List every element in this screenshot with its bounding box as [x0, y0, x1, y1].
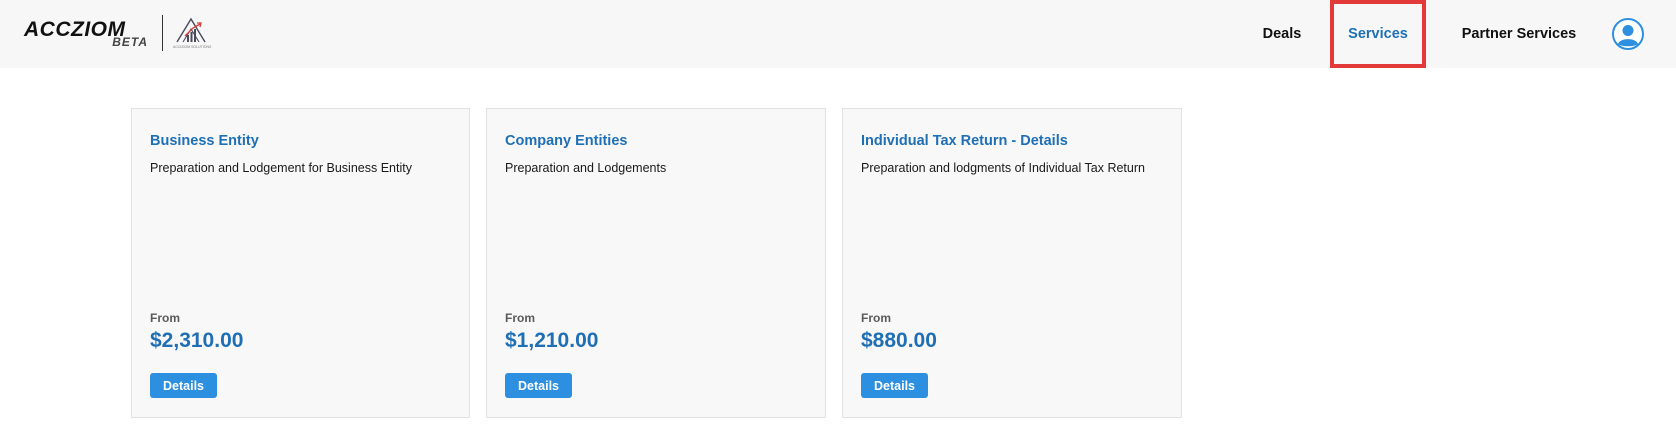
- service-price: $2,310.00: [150, 329, 244, 352]
- details-button[interactable]: Details: [861, 373, 928, 398]
- service-card: Business Entity Preparation and Lodgemen…: [131, 108, 470, 418]
- top-navigation-bar: ACCZIOM BETA ACCIZIOM SOLUTIONS Deals Se…: [0, 0, 1676, 68]
- service-title[interactable]: Individual Tax Return - Details: [861, 133, 1068, 149]
- service-description: Preparation and Lodgement for Business E…: [150, 161, 412, 175]
- logo-divider: [162, 15, 163, 51]
- service-price: $1,210.00: [505, 329, 599, 352]
- price-from-label: From: [505, 311, 535, 325]
- nav-deals[interactable]: Deals: [1248, 0, 1316, 68]
- price-from-label: From: [150, 311, 180, 325]
- price-from-label: From: [861, 311, 891, 325]
- service-title[interactable]: Company Entities: [505, 133, 627, 149]
- service-card: Individual Tax Return - Details Preparat…: [842, 108, 1182, 418]
- partner-logo-icon: ACCIZIOM SOLUTIONS: [173, 15, 212, 51]
- brand-logo[interactable]: ACCZIOM BETA ACCIZIOM SOLUTIONS: [24, 14, 212, 52]
- service-price: $880.00: [861, 329, 937, 352]
- beta-tag: BETA: [112, 35, 148, 49]
- service-title[interactable]: Business Entity: [150, 133, 259, 149]
- service-description: Preparation and lodgments of Individual …: [861, 161, 1145, 175]
- details-button[interactable]: Details: [150, 373, 217, 398]
- service-card: Company Entities Preparation and Lodgeme…: [486, 108, 826, 418]
- brand-name: ACCZIOM: [24, 18, 126, 41]
- user-avatar-icon[interactable]: [1612, 18, 1644, 50]
- details-button[interactable]: Details: [505, 373, 572, 398]
- accziom-wordmark: ACCZIOM BETA: [24, 14, 156, 52]
- partner-logo-caption: ACCIZIOM SOLUTIONS: [173, 45, 212, 49]
- nav-partner-services[interactable]: Partner Services: [1446, 0, 1592, 68]
- service-description: Preparation and Lodgements: [505, 161, 667, 175]
- services-highlight-box: [1330, 0, 1426, 68]
